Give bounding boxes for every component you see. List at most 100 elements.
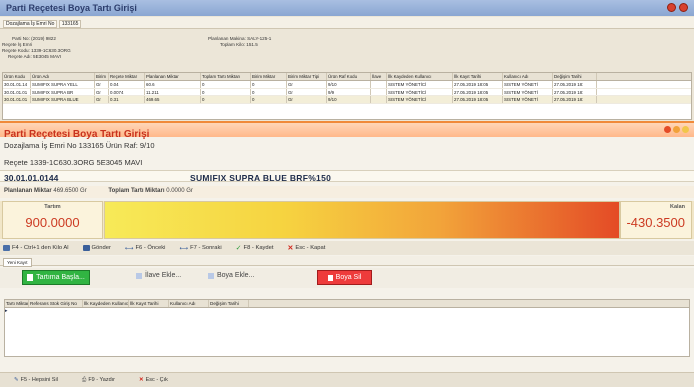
weighing-records-grid: Tartı Miktarı Referans Stok Giriş No İlk K… bbox=[4, 299, 690, 357]
close-label: Esc - Kapat bbox=[295, 245, 326, 251]
recipe-work-order: Reçete İş Emri bbox=[2, 42, 33, 47]
work-order-row: Dozajlama İş Emri No 133165 bbox=[0, 17, 694, 29]
column-header[interactable]: Ürün Kodu bbox=[3, 73, 31, 80]
check-icon: ✓ bbox=[235, 245, 242, 252]
column-header[interactable]: Değişim Tarihi bbox=[209, 300, 249, 307]
table-cell: 0.04 bbox=[109, 81, 145, 88]
table-cell: 0 bbox=[201, 81, 251, 88]
scale-icon bbox=[3, 245, 10, 251]
column-header[interactable]: Birim Miktar Tipi bbox=[287, 73, 327, 80]
work-order-value[interactable]: 133165 bbox=[58, 20, 82, 28]
column-header[interactable]: İlk Kaydeden Kullanıcı bbox=[387, 73, 453, 80]
close-icon[interactable] bbox=[679, 3, 688, 12]
scale-icon bbox=[27, 274, 34, 281]
recipe-code: Reçete Kodu: 1339-1C630.3ORG bbox=[2, 48, 71, 53]
table-cell: 9/10 bbox=[327, 81, 371, 88]
start-weighing-label: Tartıma Başla... bbox=[36, 274, 85, 281]
table-cell: 27.05.2019 18: bbox=[553, 88, 597, 95]
send-icon bbox=[82, 245, 90, 251]
delete-all-label: F5 - Hepsini Sil bbox=[20, 377, 58, 383]
table-cell: 27.05.2019 18:05 bbox=[453, 88, 503, 95]
table-cell bbox=[371, 81, 387, 88]
add-extra-button[interactable]: İlave Ekle... bbox=[136, 272, 181, 279]
table-cell: SISTEM YÖNETİ bbox=[503, 81, 553, 88]
column-header[interactable]: Kullanıcı Adı bbox=[503, 73, 553, 80]
next-button[interactable]: ⟷ F7 - Sonraki bbox=[179, 245, 221, 252]
column-header[interactable]: Ürün Raf Kodu bbox=[327, 73, 371, 80]
x-icon: ✕ bbox=[139, 377, 144, 383]
table-cell bbox=[371, 88, 387, 95]
column-header[interactable]: İlave bbox=[371, 73, 387, 80]
save-button[interactable]: ✓ F8 - Kaydet bbox=[236, 244, 274, 252]
exit-button[interactable]: ✕ Esc - Çık bbox=[139, 377, 168, 383]
table-cell: Gr bbox=[287, 81, 327, 88]
panel-title: Parti Reçetesi Boya Tartı Girişi bbox=[4, 129, 150, 140]
total-weighed-label: Toplam Tartı Miktarı bbox=[108, 188, 165, 194]
table-row[interactable]: 30.01.01.14 SUMIFIX SUPRA YELL Gr 0.04 60.6 0… bbox=[3, 81, 691, 89]
tartim-label: Tartım bbox=[44, 204, 61, 210]
add-dye-button[interactable]: Boya Ekle... bbox=[208, 272, 254, 279]
action-toolbar: F4 - Ctrl+1 den Kilo Al Gönder ⟷ F6 - Ön… bbox=[0, 241, 694, 255]
column-header[interactable]: Birim bbox=[95, 73, 109, 80]
column-header[interactable]: Değişim Tarihi bbox=[553, 73, 597, 80]
table-cell: 0.31 bbox=[109, 96, 145, 103]
planned-machine: Planlanan Makina: SALY-125-1 bbox=[208, 36, 272, 41]
kalan-label: Kalan bbox=[670, 204, 685, 210]
table-cell bbox=[371, 96, 387, 103]
product-name: SUMIFIX SUPRA BLUE BRF%150 bbox=[190, 173, 332, 183]
minimize-icon[interactable] bbox=[667, 3, 676, 12]
table-cell: 9/10 bbox=[327, 96, 371, 103]
window-title-bar: Parti Reçetesi Boya Tartı Girişi bbox=[0, 0, 694, 16]
column-header[interactable]: Ürün Adı bbox=[31, 73, 95, 80]
previous-button[interactable]: ⟷ F6 - Önceki bbox=[125, 245, 166, 252]
batch-no: Parti No: (2019) 9822 bbox=[12, 36, 56, 41]
add-dye-label: Boya Ekle... bbox=[217, 272, 255, 279]
planned-value: 469.6500 Gr bbox=[53, 188, 87, 194]
table-cell: 11.211 bbox=[145, 88, 201, 95]
quantity-summary: Planlanan Miktar 469.6500 Gr Toplam Tart… bbox=[0, 186, 694, 198]
recipe-items-grid: Ürün Kodu Ürün Adı Birim Reçete Miktar Planl… bbox=[2, 72, 692, 120]
table-cell: Gr bbox=[287, 96, 327, 103]
table-row[interactable]: 30.01.01.01 SUMIFIX SUPRA BR Gr 0.0074 11.21… bbox=[3, 88, 691, 96]
start-weighing-button[interactable]: Tartıma Başla... bbox=[22, 270, 90, 285]
column-header[interactable]: İlk Kaydeden Kullanıcı bbox=[83, 300, 129, 307]
delete-all-button[interactable]: ✎ F5 - Hepsini Sil bbox=[14, 377, 58, 383]
planned-label: Planlanan Miktar bbox=[4, 188, 52, 194]
table-cell: 0 bbox=[201, 96, 251, 103]
panel-close-icon[interactable] bbox=[664, 126, 671, 133]
table-cell: SISTEM YÖNETİCİ bbox=[387, 96, 453, 103]
send-button[interactable]: Gönder bbox=[82, 245, 111, 251]
print-label: F9 - Yazdır bbox=[88, 377, 116, 383]
table-cell: 27.05.2019 18:05 bbox=[453, 96, 503, 103]
column-header[interactable]: İlk Kayıt Tarihi bbox=[129, 300, 169, 307]
column-header[interactable]: Planlanan Miktar bbox=[145, 73, 201, 80]
table-cell: SISTEM YÖNETİ bbox=[503, 88, 553, 95]
close-button[interactable]: ✕ Esc - Kapat bbox=[288, 244, 326, 252]
product-bar bbox=[0, 170, 694, 182]
table-row[interactable]: 30.01.01.01 SUMIFIX SUPRA BLUE Gr 0.31 469.6… bbox=[3, 96, 691, 104]
column-header[interactable]: İlk Kayıt Tarihi bbox=[453, 73, 503, 80]
column-header[interactable]: Tartı Miktarı bbox=[5, 300, 29, 307]
total-weighed-value: 0.0000 Gr bbox=[166, 188, 193, 194]
panel-restore-icon[interactable] bbox=[682, 126, 689, 133]
weighing-panel: Parti Reçetesi Boya Tartı Girişi Dozajla… bbox=[0, 121, 694, 387]
grid-header: Ürün Kodu Ürün Adı Birim Reçete Miktar Planl… bbox=[3, 73, 691, 81]
kalan-box: Kalan -430.3500 bbox=[620, 201, 692, 239]
recipe-info: Parti No: (2019) 9822 Reçete İş Emri Reç… bbox=[0, 30, 694, 72]
column-header[interactable]: Referans Stok Giriş No bbox=[29, 300, 83, 307]
tab-new-record[interactable]: Yeni Kayıt bbox=[3, 258, 32, 267]
print-button[interactable]: ⎙ F9 - Yazdır bbox=[82, 377, 115, 384]
save-label: F8 - Kaydet bbox=[243, 245, 274, 251]
work-order-label: Dozajlama İş Emri No bbox=[3, 20, 58, 28]
ctrl1-button[interactable]: F4 - Ctrl+1 den Kilo Al bbox=[3, 245, 69, 251]
table-cell: 30.01.01.14 bbox=[3, 81, 31, 88]
delete-dye-button[interactable]: Boya Sil bbox=[317, 270, 372, 285]
panel-minimize-icon[interactable] bbox=[673, 126, 680, 133]
kalan-value: -430.3500 bbox=[626, 215, 685, 230]
table-cell: SISTEM YÖNETİ bbox=[503, 96, 553, 103]
column-header[interactable]: Birim Miktar bbox=[251, 73, 287, 80]
column-header[interactable]: Toplam Tartı Miktarı bbox=[201, 73, 251, 80]
column-header[interactable]: Reçete Miktar bbox=[109, 73, 145, 80]
column-header[interactable]: Kullanıcı Adı bbox=[169, 300, 209, 307]
recipe-name: Reçete Adı: 5E3045 MAVI bbox=[8, 54, 62, 59]
